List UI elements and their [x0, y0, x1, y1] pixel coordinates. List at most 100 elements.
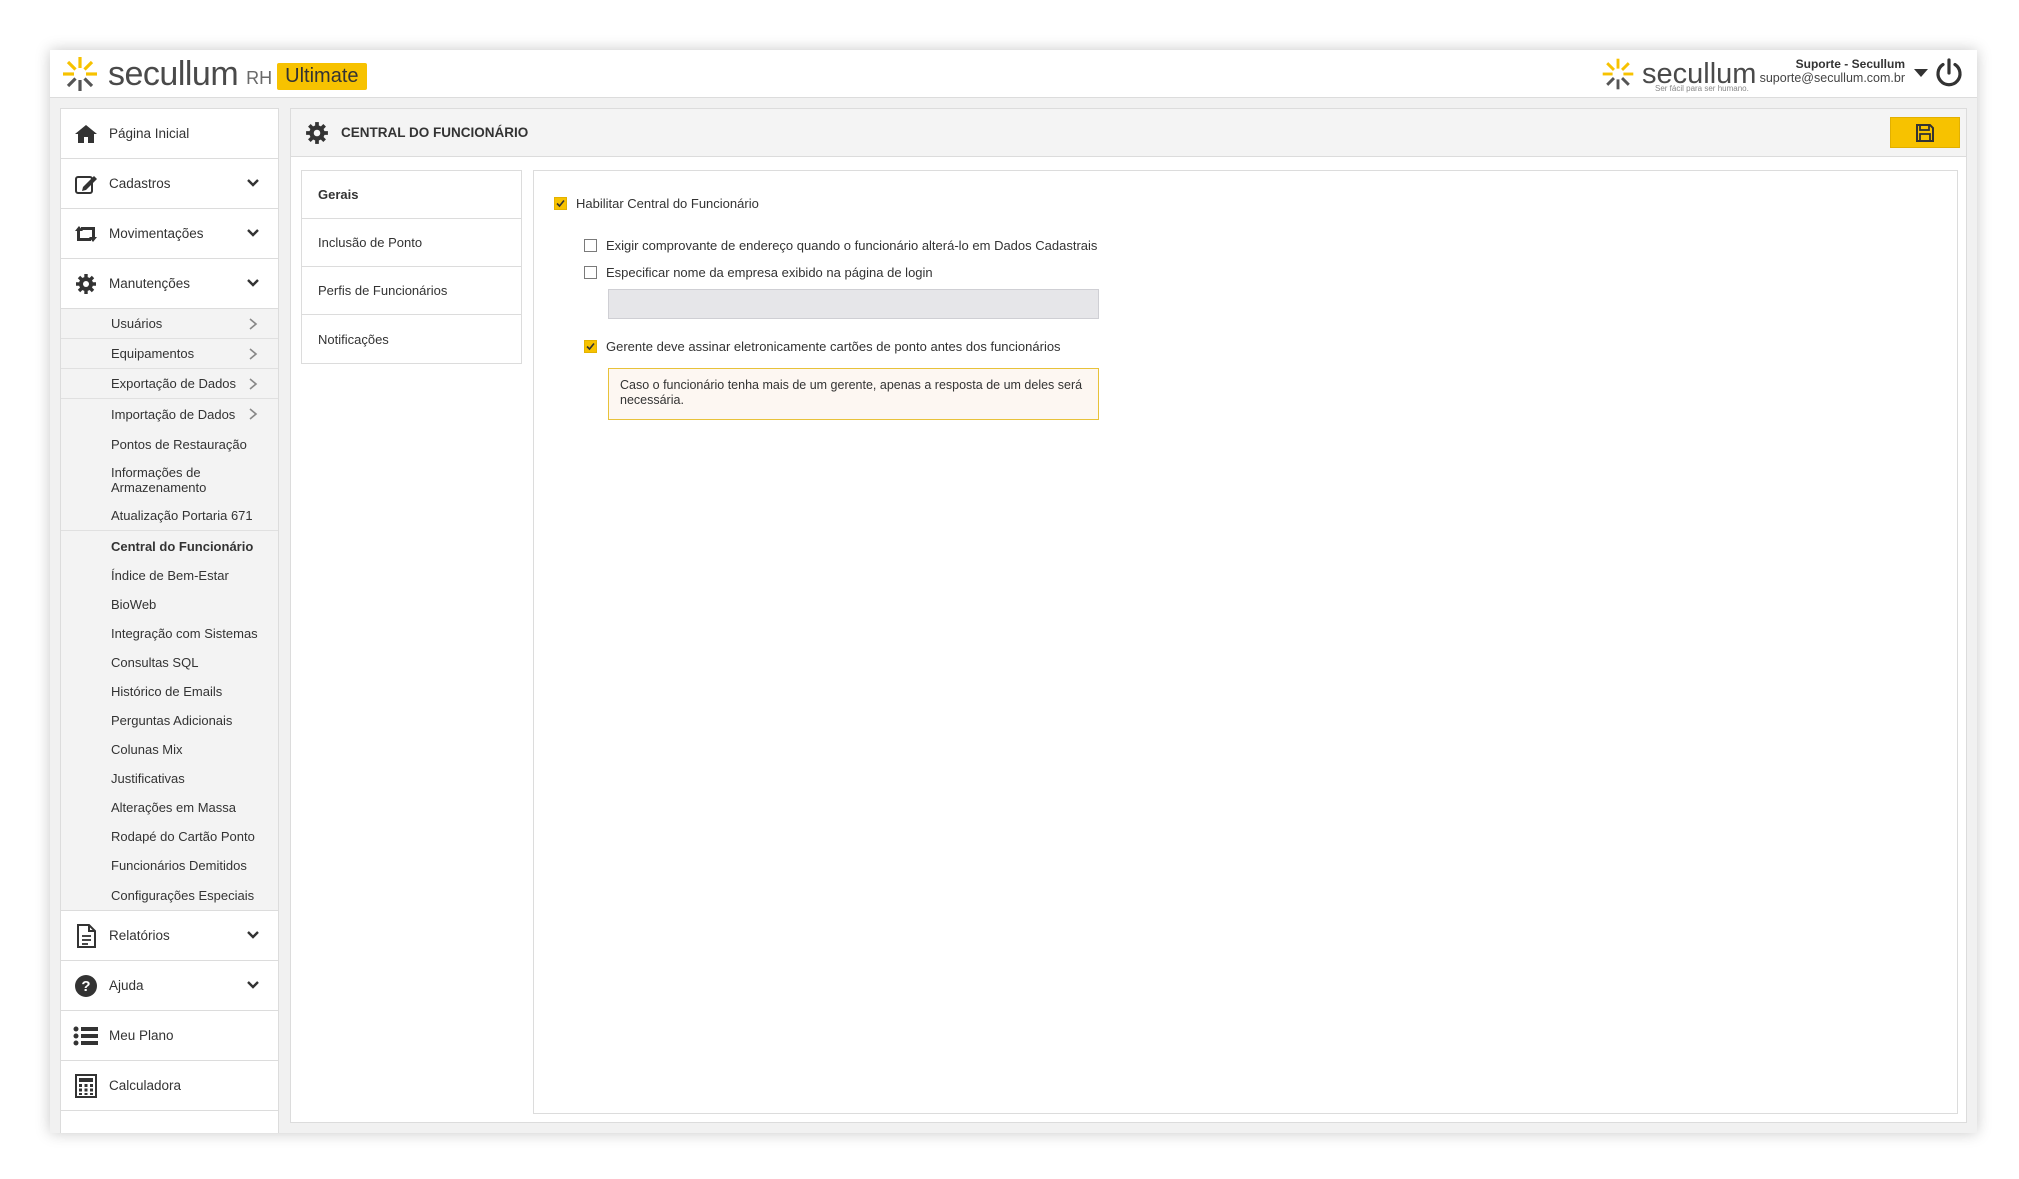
submenu-item-bioweb[interactable]: BioWeb: [61, 590, 278, 619]
submenu-item-label: Funcionários Demitidos: [111, 858, 247, 873]
sidebar-item-label: Meu Plano: [109, 1028, 174, 1043]
tab-label: Inclusão de Ponto: [318, 235, 423, 250]
sun-logo-icon: [63, 57, 97, 91]
option-manager-sign[interactable]: Gerente deve assinar eletronicamente car…: [584, 339, 1061, 354]
submenu-item-label: BioWeb: [111, 597, 157, 612]
sidebar-item-label: Ajuda: [109, 978, 144, 993]
submenu-item-label: Informações de Armazenamento: [111, 465, 207, 495]
chevron-right-icon: [249, 377, 258, 390]
chevron-right-icon: [249, 408, 258, 420]
swap-icon: [73, 221, 99, 247]
enable-central-checkbox[interactable]: [554, 197, 567, 210]
sidebar-item-label: Cadastros: [109, 176, 171, 191]
submenu-item-bem-estar[interactable]: Índice de Bem-Estar: [61, 561, 278, 590]
submenu-item-label: Usuários: [111, 316, 163, 331]
submenu-item-integracao[interactable]: Integração com Sistemas: [61, 619, 278, 648]
submenu-item-label: Pontos de Restauração: [111, 436, 247, 452]
sidebar-item-relatorios[interactable]: Relatórios: [61, 911, 278, 961]
sidebar-item-meu-plano[interactable]: Meu Plano: [61, 1011, 278, 1061]
sidebar-item-home[interactable]: Página Inicial: [61, 109, 278, 159]
submenu-item-colunas-mix[interactable]: Colunas Mix: [61, 735, 278, 764]
chevron-down-icon: [247, 179, 259, 187]
option-label: Exigir comprovante de endereço quando o …: [606, 238, 1098, 253]
submenu-item-alteracoes-massa[interactable]: Alterações em Massa: [61, 793, 278, 822]
page-header: CENTRAL DO FUNCIONÁRIO: [291, 109, 1966, 157]
company-name-checkbox[interactable]: [584, 266, 597, 279]
checkmark-icon: [586, 342, 595, 351]
submenu-item-label: Equipamentos: [111, 346, 195, 361]
submenu-item-importacao[interactable]: Importação de Dados: [61, 399, 278, 429]
submenu-item-label: Alterações em Massa: [111, 800, 236, 815]
gear-icon: [73, 271, 99, 297]
submenu-item-rodape-cartao[interactable]: Rodapé do Cartão Ponto: [61, 822, 278, 851]
option-label: Habilitar Central do Funcionário: [576, 196, 759, 211]
submenu-item-label: Exportação de Dados: [111, 376, 237, 391]
submenu-manutencoes: Usuários Equipamentos Exportação de Dado…: [61, 309, 278, 911]
chevron-down-icon: [247, 279, 259, 287]
sidebar-item-calculadora[interactable]: Calculadora: [61, 1061, 278, 1111]
submenu-item-historico-emails[interactable]: Histórico de Emails: [61, 677, 278, 706]
tab-inclusao-ponto[interactable]: Inclusão de Ponto: [302, 219, 521, 267]
submenu-item-config-especiais[interactable]: Configurações Especiais: [61, 880, 278, 910]
option-enable-central[interactable]: Habilitar Central do Funcionário: [554, 196, 759, 211]
brand-suffix: RH: [246, 67, 273, 88]
submenu-item-armazenamento[interactable]: Informações de Armazenamento: [61, 459, 278, 501]
submenu-item-perguntas[interactable]: Perguntas Adicionais: [61, 706, 278, 735]
submenu-item-label: Central do Funcionário: [111, 538, 254, 554]
submenu-item-demitidos[interactable]: Funcionários Demitidos: [61, 851, 278, 880]
svg-text:?: ?: [81, 978, 90, 995]
tab-perfis-funcionarios[interactable]: Perfis de Funcionários: [302, 267, 521, 315]
brand-name: secullum: [108, 54, 239, 93]
power-icon[interactable]: [1934, 57, 1964, 89]
edit-icon: [73, 171, 99, 197]
tab-gerais[interactable]: Gerais: [302, 171, 521, 219]
save-button[interactable]: [1890, 117, 1960, 148]
submenu-item-usuarios[interactable]: Usuários: [61, 309, 278, 339]
chevron-right-icon: [249, 317, 258, 330]
option-company-name[interactable]: Especificar nome da empresa exibido na p…: [584, 265, 933, 280]
submenu-item-equipamentos[interactable]: Equipamentos: [61, 339, 278, 369]
proof-address-checkbox[interactable]: [584, 239, 597, 252]
checkmark-icon: [556, 199, 565, 208]
submenu-item-consultas-sql[interactable]: Consultas SQL: [61, 648, 278, 677]
sidebar-item-label: Página Inicial: [109, 126, 190, 141]
sidebar-item-label: Calculadora: [109, 1078, 182, 1093]
submenu-item-justificativas[interactable]: Justificativas: [61, 764, 278, 793]
sidebar-item-label: Relatórios: [109, 928, 170, 943]
submenu-item-label: Perguntas Adicionais: [111, 713, 233, 728]
submenu-item-portaria-671[interactable]: Atualização Portaria 671: [61, 501, 278, 531]
home-icon: [73, 121, 99, 147]
submenu-item-central-funcionario[interactable]: Central do Funcionário: [61, 531, 278, 561]
option-proof-address[interactable]: Exigir comprovante de endereço quando o …: [584, 238, 1097, 253]
sidebar-item-manutencoes[interactable]: Manutenções: [61, 259, 278, 309]
submenu-item-pontos-restauracao[interactable]: Pontos de Restauração: [61, 429, 278, 459]
list-icon: [73, 1023, 99, 1049]
company-tagline: Ser fácil para ser humano.: [1655, 84, 1749, 93]
sidebar-item-ajuda[interactable]: ? Ajuda: [61, 961, 278, 1011]
tab-label: Perfis de Funcionários: [318, 283, 448, 298]
submenu-item-exportacao[interactable]: Exportação de Dados: [61, 369, 278, 399]
sidebar-nav: Página Inicial Cadastros Movimentações M…: [60, 108, 279, 1133]
chevron-down-icon: [247, 229, 259, 237]
sidebar-item-cadastros[interactable]: Cadastros: [61, 159, 278, 209]
document-icon: [73, 923, 99, 949]
company-name-input[interactable]: [608, 289, 1099, 319]
submenu-item-label: Colunas Mix: [111, 742, 183, 757]
sidebar-item-movimentacoes[interactable]: Movimentações: [61, 209, 278, 259]
sidebar-item-label: Manutenções: [109, 276, 191, 291]
chevron-right-icon: [249, 347, 258, 360]
chevron-down-icon: [247, 931, 259, 939]
tab-notificacoes[interactable]: Notificações: [302, 315, 521, 363]
submenu-item-label: Integração com Sistemas: [111, 626, 258, 641]
brand-logo[interactable]: secullum RH Ultimate: [60, 53, 367, 95]
help-icon: ?: [73, 973, 99, 999]
calculator-icon: [73, 1073, 99, 1099]
submenu-item-label: Consultas SQL: [111, 655, 199, 670]
save-icon: [1916, 123, 1934, 142]
caret-down-icon[interactable]: [1914, 69, 1928, 77]
company-logo: secullum Ser fácil para ser humano.: [1600, 52, 1756, 96]
manager-sign-checkbox[interactable]: [584, 340, 597, 353]
edition-badge: Ultimate: [277, 62, 367, 90]
user-email: suporte@secullum.com.br: [1759, 71, 1905, 85]
sun-logo-icon: [1602, 58, 1634, 90]
